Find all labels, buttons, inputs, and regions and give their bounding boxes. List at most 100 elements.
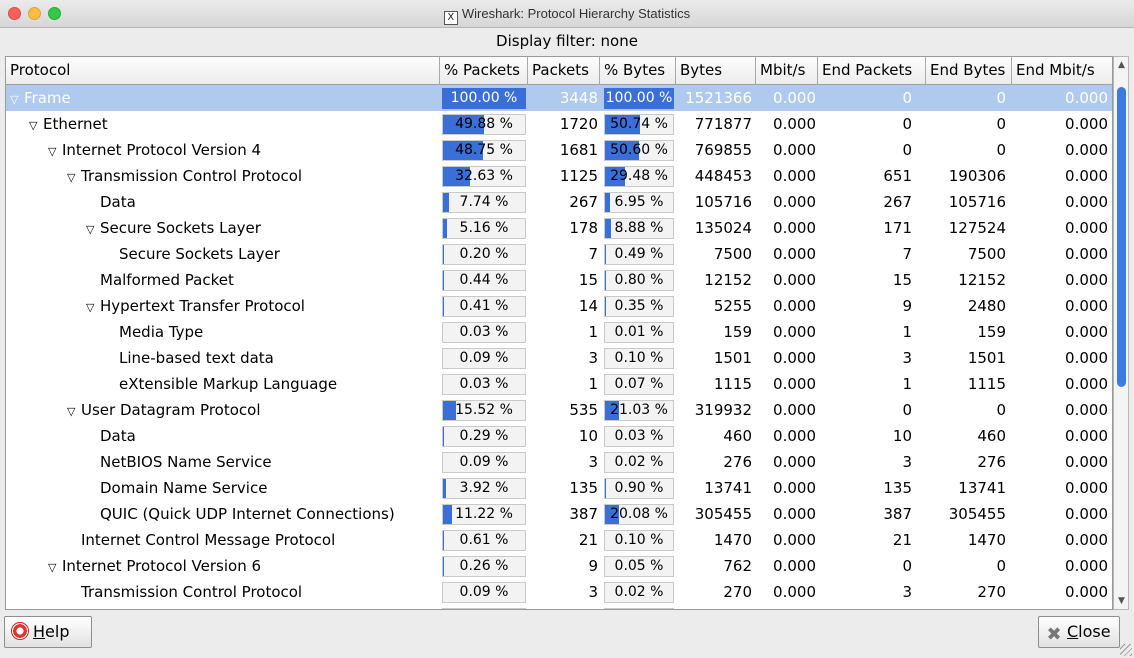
- table-row[interactable]: Media Type 0.03 % 0.01 % 1 159 0.000 1 159 0.000: [6, 319, 1112, 345]
- packets-cell: 1720: [559, 115, 598, 133]
- mbit-cell: 0.000: [773, 505, 816, 523]
- expand-triangle-icon[interactable]: ▽: [86, 295, 100, 319]
- protocol-name: Internet Control Message Protocol v6: [81, 609, 358, 610]
- pct-packets-bar-label: 0.20 %: [459, 246, 509, 262]
- end-bytes-cell: 0: [996, 89, 1006, 107]
- table-row[interactable]: ▽ User Datagram Protocol 15.52 % 21.03 % 535…: [6, 397, 1112, 423]
- end-bytes-cell: 190306: [948, 167, 1006, 185]
- end-packets-cell: 1: [902, 323, 912, 341]
- expand-triangle-icon[interactable]: ▽: [67, 399, 81, 423]
- end-mbit-cell: 0.000: [1065, 583, 1108, 601]
- protocol-cell: Secure Sockets Layer: [10, 241, 440, 267]
- pct-bytes-bar-label: 20.08 %: [610, 506, 668, 522]
- col-header-pct-bytes[interactable]: % Bytes: [600, 57, 676, 85]
- col-header-end-mbit[interactable]: End Mbit/s: [1012, 57, 1112, 85]
- pct-bytes-bar: 0.03 %: [604, 608, 674, 609]
- table-row[interactable]: ▽ Internet Protocol Version 6 0.26 % 0.05 %…: [6, 553, 1112, 579]
- packets-cell: 6: [528, 605, 598, 609]
- end-bytes-cell: 0: [996, 401, 1006, 419]
- scroll-down-arrow-icon[interactable]: ▼: [1116, 595, 1127, 607]
- col-header-end-packets[interactable]: End Packets: [818, 57, 926, 85]
- col-header-packets[interactable]: Packets: [528, 57, 600, 85]
- pct-packets-bar: 0.41 %: [442, 296, 526, 317]
- expand-triangle-icon[interactable]: ▽: [29, 113, 43, 137]
- mbit-cell: 0.000: [756, 605, 816, 609]
- packets-cell: 3448: [559, 89, 598, 107]
- table-row[interactable]: Malformed Packet 0.44 % 0.80 % 15 12152 0.000…: [6, 267, 1112, 293]
- protocol-cell: Internet Control Message Protocol: [10, 527, 440, 553]
- pct-packets-bar-label: 0.17 %: [443, 609, 525, 610]
- bytes-cell: 5255: [713, 297, 752, 315]
- expand-triangle-icon[interactable]: ▽: [86, 217, 100, 241]
- pct-bytes-bar: 6.95 %: [604, 192, 674, 213]
- scroll-thumb[interactable]: [1117, 87, 1126, 387]
- table-row[interactable]: ▽ Frame 100.00 % 100.00 % 3448 1521366 0.000 0 0…: [6, 85, 1112, 111]
- protocol-cell: ▽ Frame: [10, 85, 440, 111]
- table-row[interactable]: Transmission Control Protocol 0.09 % 0.02 …: [6, 579, 1112, 605]
- mbit-cell: 0.000: [773, 245, 816, 263]
- end-packets-cell: 135: [883, 479, 912, 497]
- help-button[interactable]: Help: [4, 616, 92, 648]
- col-header-protocol[interactable]: Protocol: [6, 57, 440, 85]
- table-row[interactable]: ▽ Secure Sockets Layer 5.16 % 8.88 % 178 1350…: [6, 215, 1112, 241]
- end-packets-cell: 9: [902, 297, 912, 315]
- protocol-name: Media Type: [119, 323, 204, 341]
- protocol-name: Domain Name Service: [100, 479, 268, 497]
- end-mbit-cell: 0.000: [1065, 453, 1108, 471]
- col-header-bytes[interactable]: Bytes: [676, 57, 756, 85]
- expand-triangle-icon[interactable]: ▽: [10, 87, 24, 111]
- end-mbit-cell: 0.000: [1065, 375, 1108, 393]
- end-bytes-cell: 105716: [948, 193, 1006, 211]
- pct-bytes-bar-label: 0.01 %: [614, 324, 664, 340]
- table-row[interactable]: ▽ Ethernet 49.88 % 50.74 % 1720 771877 0.000 0 0…: [6, 111, 1112, 137]
- expand-triangle-icon[interactable]: ▽: [67, 165, 81, 189]
- mbit-cell: 0.000: [773, 297, 816, 315]
- table-row[interactable]: ▽ Internet Protocol Version 4 48.75 % 50.60…: [6, 137, 1112, 163]
- table-row[interactable]: Line-based text data 0.09 % 0.10 % 3 1501 0.0…: [6, 345, 1112, 371]
- pct-bytes-bar-label: 0.80 %: [614, 272, 664, 288]
- vertical-scrollbar[interactable]: ▲ ▼: [1113, 56, 1129, 610]
- col-header-pct-packets[interactable]: % Packets: [440, 57, 528, 85]
- scroll-up-arrow-icon[interactable]: ▲: [1116, 59, 1127, 71]
- protocol-name: eXtensible Markup Language: [119, 375, 338, 393]
- table-row[interactable]: NetBIOS Name Service 0.09 % 0.02 % 3 276 0.00…: [6, 449, 1112, 475]
- col-header-mbit[interactable]: Mbit/s: [756, 57, 818, 85]
- table-row[interactable]: eXtensible Markup Language 0.03 % 0.07 % 1 1…: [6, 371, 1112, 397]
- packets-cell: 1: [588, 375, 598, 393]
- mbit-cell: 0.000: [773, 427, 816, 445]
- protocol-hierarchy-table[interactable]: Protocol % Packets Packets % Bytes Bytes…: [5, 56, 1113, 610]
- pct-bytes-bar-label: 29.48 %: [610, 168, 668, 184]
- table-row[interactable]: ▽ Transmission Control Protocol 32.63 % 29.…: [6, 163, 1112, 189]
- close-button[interactable]: ✖ Close: [1038, 616, 1120, 648]
- end-mbit-cell: 0.000: [1065, 557, 1108, 575]
- col-header-end-bytes[interactable]: End Bytes: [926, 57, 1012, 85]
- table-header: Protocol % Packets Packets % Bytes Bytes…: [6, 57, 1112, 85]
- table-row[interactable]: Internet Control Message Protocol v6 0.17…: [6, 605, 1112, 610]
- end-mbit-cell: 0.000: [1065, 531, 1108, 549]
- bytes-cell: 319932: [694, 401, 752, 419]
- window-title: Wireshark: Protocol Hierarchy Statistics: [461, 6, 691, 21]
- expand-triangle-icon[interactable]: ▽: [48, 139, 62, 163]
- end-packets-cell: 651: [883, 167, 912, 185]
- pct-packets-bar-label: 0.03 %: [459, 376, 509, 392]
- table-row[interactable]: Domain Name Service 3.92 % 0.90 % 135 13741 0…: [6, 475, 1112, 501]
- mbit-cell: 0.000: [773, 479, 816, 497]
- bytes-cell: 159: [723, 323, 752, 341]
- table-row[interactable]: Internet Control Message Protocol 0.61 % 0…: [6, 527, 1112, 553]
- x-close-icon: ✖: [1046, 624, 1062, 645]
- table-row[interactable]: Data 0.29 % 0.03 % 10 460 0.000 10 460 0.000: [6, 423, 1112, 449]
- pct-bytes-bar-label: 0.90 %: [614, 480, 664, 496]
- table-row[interactable]: Secure Sockets Layer 0.20 % 0.49 % 7 7500 0.0…: [6, 241, 1112, 267]
- table-row[interactable]: ▽ Hypertext Transfer Protocol 0.41 % 0.35 %…: [6, 293, 1112, 319]
- packets-cell: 15: [578, 271, 598, 289]
- expand-triangle-icon[interactable]: ▽: [48, 555, 62, 579]
- end-packets-cell: 0: [902, 557, 912, 575]
- table-row[interactable]: QUIC (Quick UDP Internet Connections) 11.…: [6, 501, 1112, 527]
- pct-packets-bar-label: 0.26 %: [459, 558, 509, 574]
- resize-grip[interactable]: [1120, 644, 1132, 656]
- end-bytes-cell: 276: [977, 453, 1006, 471]
- table-row[interactable]: Data 7.74 % 6.95 % 267 105716 0.000 267 105716 0…: [6, 189, 1112, 215]
- packets-cell: 1681: [559, 141, 598, 159]
- mbit-cell: 0.000: [773, 167, 816, 185]
- pct-bytes-bar: 0.49 %: [604, 244, 674, 265]
